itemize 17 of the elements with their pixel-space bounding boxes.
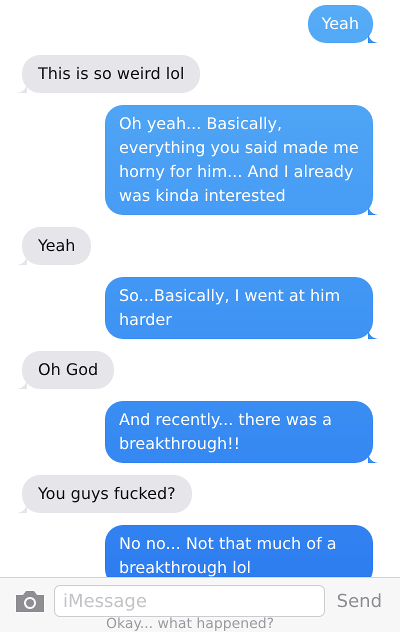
ghost-text: Okay... what happened? bbox=[105, 617, 276, 632]
message-bubble: Yeah bbox=[22, 227, 92, 265]
message-bubble: This is so weird lol bbox=[22, 55, 200, 93]
message-bubble: And recently... there was a breakthrough!! bbox=[105, 401, 373, 463]
camera-icon[interactable] bbox=[14, 589, 46, 613]
send-button[interactable]: Send bbox=[332, 588, 386, 614]
message-bubble: So...Basically, I went at him harder bbox=[105, 277, 373, 339]
message-input[interactable]: iMessage bbox=[54, 585, 325, 617]
bubble-tail-icon bbox=[368, 329, 378, 339]
message-bubble: You guys fucked? bbox=[22, 475, 192, 513]
bubble-tail-icon bbox=[368, 33, 378, 43]
message-bubble: Yeah bbox=[308, 5, 373, 43]
bubble-tail-icon bbox=[368, 205, 378, 215]
message-bubble: No no... Not that much of a breakthrough lol bbox=[105, 525, 373, 577]
message-bubble: Oh yeah... Basically, everything you said made me horny for him... And I already was kinda interested bbox=[105, 105, 373, 215]
bubble-tail-icon bbox=[368, 453, 378, 463]
message-bubble: Oh God bbox=[22, 351, 114, 389]
